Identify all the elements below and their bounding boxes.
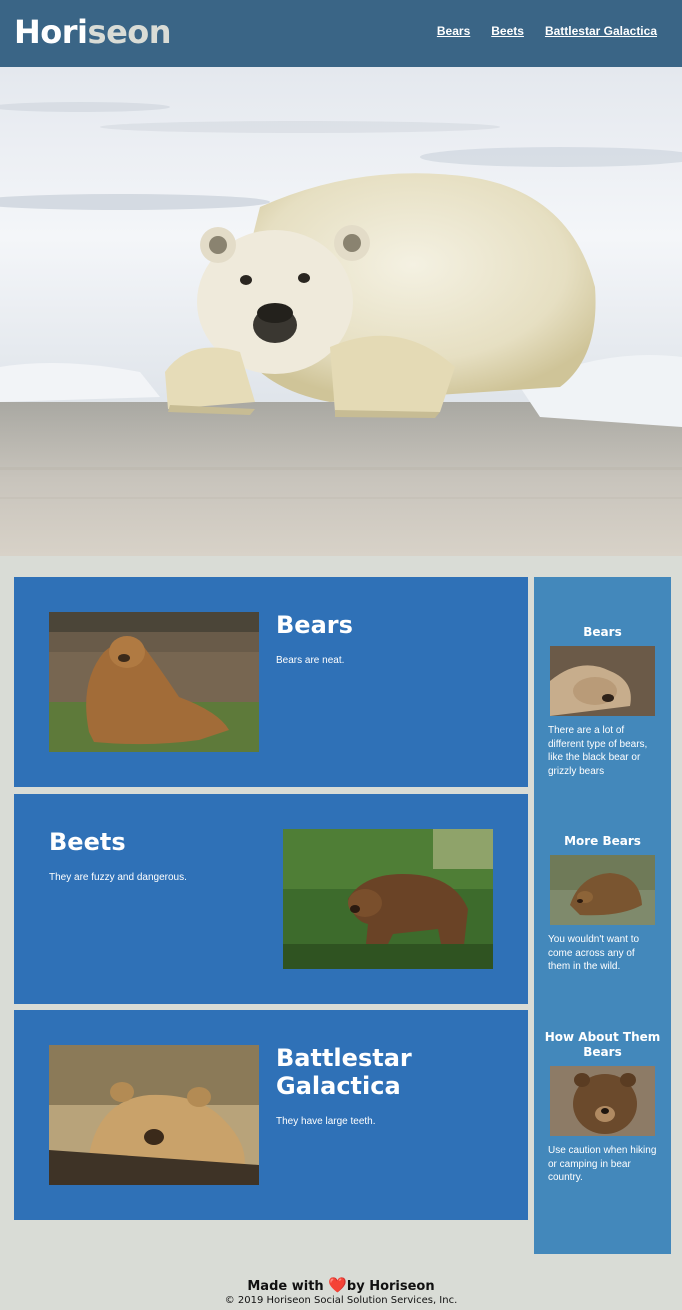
site-header: Horiseon Bears Beets Battlestar Galactic…: [0, 0, 682, 67]
sidebar-title-how-about-them-bears: How About Them Bears: [544, 1030, 661, 1059]
made-with-suffix: by Horiseon: [346, 1279, 435, 1294]
sidebar-text-how-about-them-bears: Use caution when hiking or camping in be…: [548, 1145, 657, 1183]
sidebar-item-bears: Bears There are a lot of different type …: [534, 625, 671, 778]
sidebar: Bears There are a lot of different type …: [534, 577, 671, 1254]
logo-main: Hori: [14, 13, 88, 51]
card-title-battlestar-galactica: Battlestar Galactica: [276, 1044, 412, 1100]
logo-accent: seon: [87, 13, 172, 51]
grizzly-walking-photo: [283, 829, 493, 969]
bear-face-thumb: [550, 1066, 655, 1136]
content-card-bears: Bears Bears are neat.: [14, 577, 528, 787]
sidebar-item-more-bears: More Bears You wouldn't want to come acr…: [534, 834, 671, 974]
logo[interactable]: Horiseon: [14, 13, 172, 51]
sidebar-text-more-bears: You wouldn't want to come across any of …: [548, 934, 640, 972]
nav-link-bears[interactable]: Bears: [437, 24, 470, 38]
card-title-beets: Beets: [49, 828, 126, 856]
main-nav: Bears Beets Battlestar Galactica: [437, 24, 657, 38]
bear-resting-photo: [49, 1045, 259, 1185]
sidebar-title-more-bears: More Bears: [564, 834, 641, 848]
content-card-beets: Beets They are fuzzy and dangerous.: [14, 794, 528, 1004]
card-text-battlestar-galactica: They have large teeth.: [276, 1116, 376, 1127]
card-title-bears: Bears: [276, 611, 353, 639]
site-footer: Made with ❤️by Horiseon © 2019 Horiseon …: [0, 1276, 682, 1306]
nav-link-beets[interactable]: Beets: [491, 24, 524, 38]
swimming-bear-thumb: [550, 855, 655, 925]
copyright: © 2019 Horiseon Social Solution Services…: [224, 1295, 458, 1306]
bear-sitting-photo: [49, 612, 259, 752]
polar-bear-photo: [0, 67, 682, 556]
sidebar-text-bears: There are a lot of different type of bea…: [548, 725, 648, 777]
sidebar-title-bears: Bears: [583, 625, 622, 639]
sidebar-item-how-about-them-bears: How About Them Bears Use caution when hi…: [534, 1030, 671, 1185]
card-text-bears: Bears are neat.: [276, 655, 345, 666]
sleeping-bear-thumb: [550, 646, 655, 716]
heart-icon: ❤️: [328, 1276, 347, 1294]
card-text-beets: They are fuzzy and dangerous.: [49, 872, 187, 883]
hero-image: [0, 67, 682, 556]
made-with-prefix: Made with: [247, 1279, 324, 1294]
made-with-line: Made with ❤️by Horiseon: [0, 1276, 682, 1294]
nav-link-battlestar-galactica[interactable]: Battlestar Galactica: [545, 24, 657, 38]
content-card-battlestar-galactica: Battlestar Galactica They have large tee…: [14, 1010, 528, 1220]
